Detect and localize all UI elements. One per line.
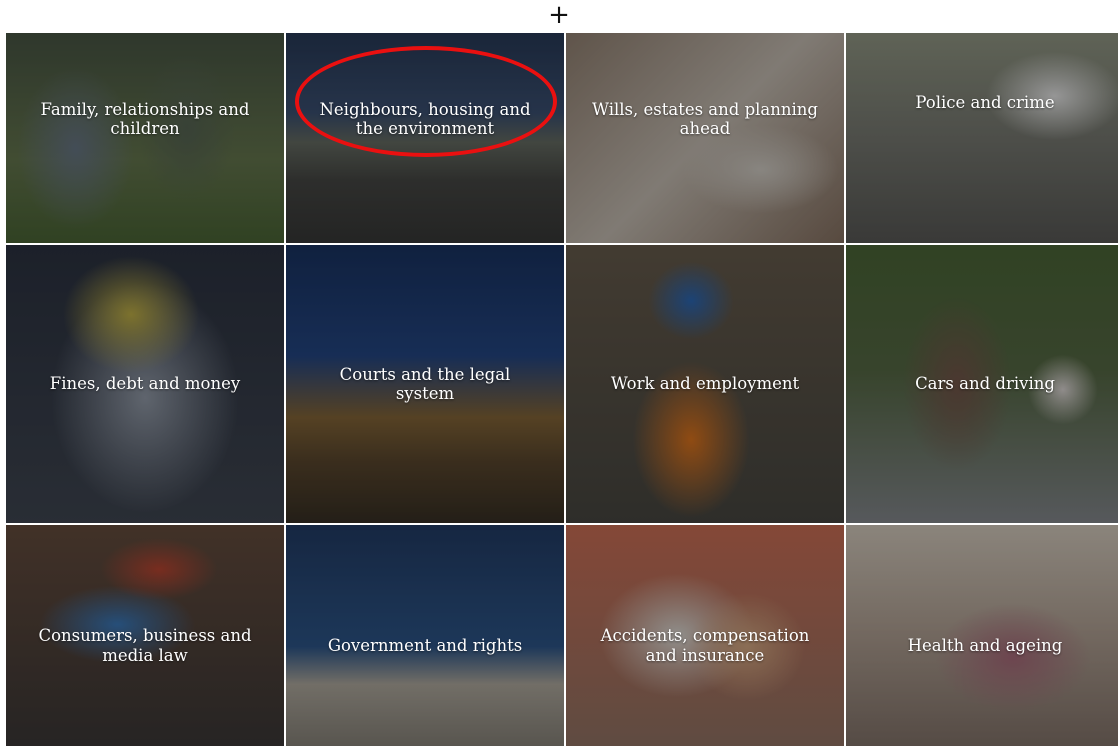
category-tile-government[interactable]: Government and rights [286, 525, 564, 746]
category-label: Neighbours, housing and the environment [319, 99, 531, 138]
plus-icon[interactable]: + [548, 2, 570, 28]
category-label: Accidents, compensation and insurance [600, 626, 810, 665]
category-label: Fines, debt and money [49, 374, 241, 394]
category-label: Wills, estates and planning ahead [592, 99, 818, 138]
category-tile-accidents[interactable]: Accidents, compensation and insurance [566, 525, 844, 746]
category-tile-wills[interactable]: Wills, estates and planning ahead [566, 33, 844, 243]
tile-overlay [846, 33, 1118, 243]
category-grid: Family, relationships and children Neigh… [6, 33, 1118, 746]
category-tile-consumers[interactable]: Consumers, business and media law [6, 525, 284, 746]
category-label: Government and rights [327, 635, 523, 655]
category-tile-neighbours[interactable]: Neighbours, housing and the environment [286, 33, 564, 243]
category-tile-family[interactable]: Family, relationships and children [6, 33, 284, 243]
category-label: Consumers, business and media law [38, 626, 252, 665]
category-label: Work and employment [610, 374, 800, 394]
category-tile-police[interactable]: Police and crime [846, 33, 1118, 243]
category-label: Courts and the legal system [339, 364, 511, 403]
category-label: Cars and driving [915, 374, 1055, 394]
category-label: Police and crime [915, 93, 1055, 113]
category-label: Health and ageing [907, 635, 1063, 655]
category-tile-work[interactable]: Work and employment [566, 245, 844, 523]
category-tile-cars[interactable]: Cars and driving [846, 245, 1118, 523]
category-tile-health[interactable]: Health and ageing [846, 525, 1118, 746]
top-bar: + [0, 0, 1118, 33]
category-label: Family, relationships and children [40, 99, 250, 138]
category-tile-courts[interactable]: Courts and the legal system [286, 245, 564, 523]
category-tile-fines[interactable]: Fines, debt and money [6, 245, 284, 523]
